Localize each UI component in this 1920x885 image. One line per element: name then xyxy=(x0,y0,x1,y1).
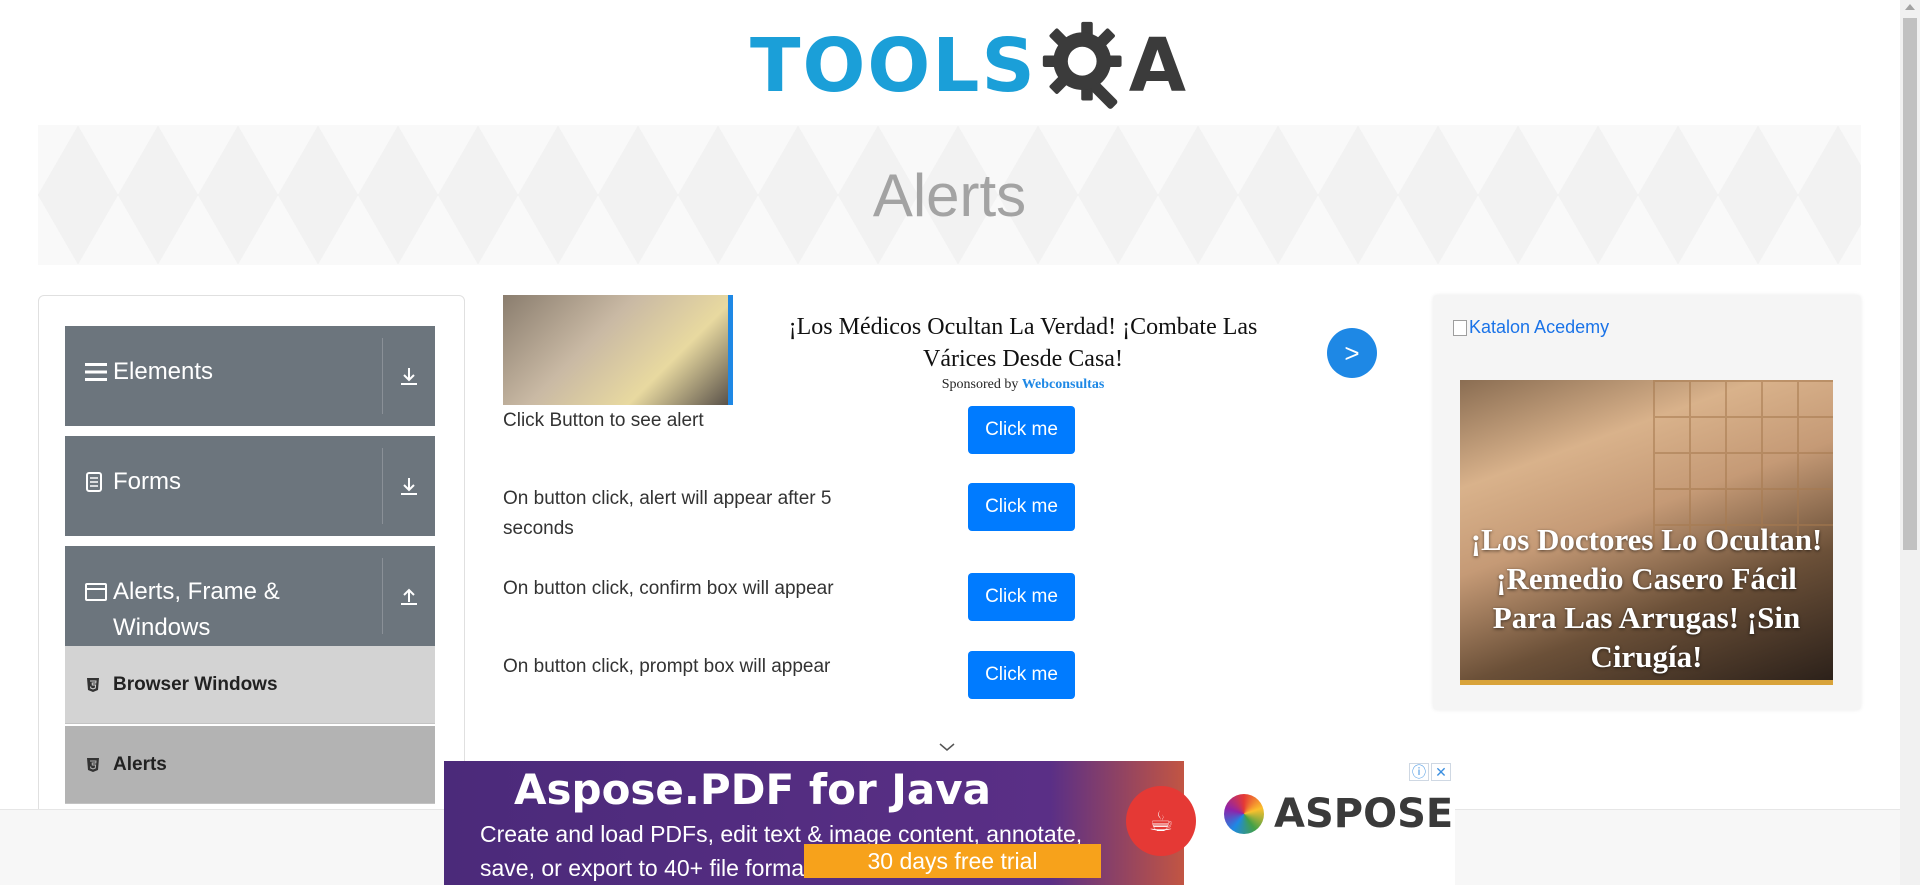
hamburger-icon xyxy=(85,362,109,388)
timer-alert-button[interactable]: Click me xyxy=(968,483,1075,531)
toolsqa-logo[interactable]: TOOLS A xyxy=(750,18,1186,114)
info-icon[interactable]: ⓘ xyxy=(1409,763,1429,781)
document-icon xyxy=(85,472,109,498)
sidebar-item-browser-windows[interactable]: Browser Windows xyxy=(65,646,435,724)
nav-group-label-line2: Windows xyxy=(113,614,211,641)
html5-icon xyxy=(87,757,99,772)
ad-cta-button[interactable]: 30 days free trial xyxy=(804,844,1101,878)
sidebar-item-alerts[interactable]: Alerts xyxy=(65,726,435,804)
alert-row-text: Click Button to see alert xyxy=(503,410,704,431)
katalon-ad-link[interactable]: Katalon Acedemy xyxy=(1453,317,1609,338)
broken-image-icon xyxy=(1453,319,1467,336)
alert-button[interactable]: Click me xyxy=(968,406,1075,454)
bottom-banner-ad[interactable]: Aspose.PDF for Java Create and load PDFs… xyxy=(444,761,1455,885)
sidebar-item-label: Alerts xyxy=(113,753,167,775)
window-icon xyxy=(85,582,109,608)
ad-image[interactable]: ¡Los Doctores Lo Ocultan! ¡Remedio Caser… xyxy=(1460,380,1833,685)
scrollbar-thumb[interactable] xyxy=(1903,18,1917,550)
gear-magnifier-icon xyxy=(1042,21,1122,109)
sidebar-item-label: Browser Windows xyxy=(113,673,278,695)
ad-sponsor-name[interactable]: Webconsultas xyxy=(1022,377,1104,392)
prompt-button[interactable]: Click me xyxy=(968,651,1075,699)
java-cup-icon: ☕ xyxy=(1126,786,1196,856)
download-arrow-icon xyxy=(401,368,417,385)
collapse-toggle[interactable] xyxy=(382,558,435,634)
close-icon[interactable]: ✕ xyxy=(1431,763,1451,781)
chevron-down-icon[interactable] xyxy=(938,741,956,753)
ad-go-button[interactable]: > xyxy=(1327,328,1377,378)
logo-text-tools: TOOLS xyxy=(750,23,1037,109)
confirm-row-text: On button click, confirm box will appear xyxy=(503,578,834,599)
ad-sponsor-line: Sponsored by Webconsultas xyxy=(763,377,1283,393)
expand-toggle[interactable] xyxy=(382,338,435,414)
upload-arrow-icon xyxy=(401,588,417,605)
logo-text-a: A xyxy=(1128,23,1187,109)
ad-controls: ⓘ ✕ xyxy=(1409,763,1451,781)
html5-icon xyxy=(87,677,99,692)
left-navigation: Elements Forms Alerts, Frame & Windows B… xyxy=(38,295,465,885)
nav-group-elements[interactable]: Elements xyxy=(65,326,435,426)
confirm-button[interactable]: Click me xyxy=(968,573,1075,621)
prompt-row-text: On button click, prompt box will appear xyxy=(503,656,831,677)
ad-title: Aspose.PDF for Java xyxy=(514,765,991,814)
nav-group-label: Alerts, Frame & Windows xyxy=(113,574,280,646)
katalon-ad-alt-text: Katalon Acedemy xyxy=(1469,317,1610,337)
page-scrollbar[interactable] xyxy=(1900,0,1920,885)
page-banner: Alerts xyxy=(38,125,1861,265)
nav-group-forms[interactable]: Forms xyxy=(65,436,435,536)
nav-group-label: Forms xyxy=(113,468,181,495)
ad-headline[interactable]: ¡Los Médicos Ocultan La Verdad! ¡Combate… xyxy=(763,311,1283,375)
page-title: Alerts xyxy=(872,161,1027,229)
scroll-up-arrow-icon[interactable] xyxy=(1905,4,1915,10)
aspose-swirl-icon xyxy=(1224,794,1264,834)
right-side-ad[interactable]: Katalon Acedemy ¡Los Doctores Lo Ocultan… xyxy=(1433,295,1861,710)
nav-group-alerts-frame-windows[interactable]: Alerts, Frame & Windows xyxy=(65,546,435,646)
expand-toggle[interactable] xyxy=(382,448,435,524)
aspose-brand-text: ASPOSE xyxy=(1274,791,1454,837)
aspose-logo: ASPOSE xyxy=(1224,791,1453,837)
sponsored-ad-top[interactable]: ¡Los Médicos Ocultan La Verdad! ¡Combate… xyxy=(503,295,1383,405)
nav-group-label-line1: Alerts, Frame & xyxy=(113,578,280,605)
timer-alert-row-text: On button click, alert will appear after… xyxy=(503,488,832,539)
ad-image-headline: ¡Los Doctores Lo Ocultan! ¡Remedio Caser… xyxy=(1470,522,1823,674)
download-arrow-icon xyxy=(401,478,417,495)
nav-group-label: Elements xyxy=(113,358,214,385)
ad-sponsor-prefix: Sponsored by xyxy=(941,377,1019,392)
ad-thumbnail-image[interactable] xyxy=(503,295,733,405)
